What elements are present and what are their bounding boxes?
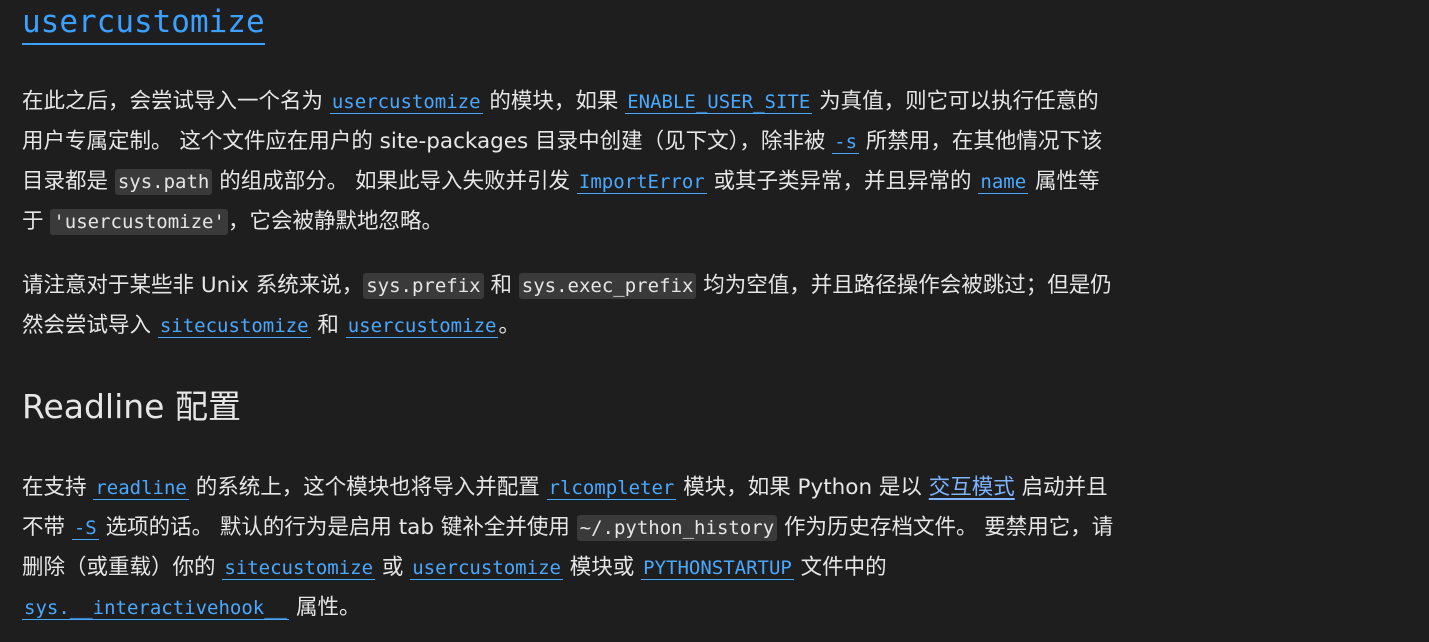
text: 。	[498, 313, 520, 338]
interactive-mode-link[interactable]: 交互模式	[929, 475, 1015, 500]
text: 的组成部分。 如果此导入失败并引发	[212, 169, 577, 194]
option-S-link[interactable]: -S	[71, 517, 99, 540]
text: 或	[375, 555, 411, 580]
interactivehook-link[interactable]: sys.__interactivehook__	[22, 597, 290, 620]
sitecustomize-link[interactable]: sitecustomize	[157, 315, 311, 338]
paragraph-prefix-note: 请注意对于某些非 Unix 系统来说， sys.prefix 和 sys.exec…	[22, 266, 1242, 346]
text: 作为历史存档文件。 要禁用它，请	[777, 515, 1114, 540]
text: 属性。	[289, 595, 361, 620]
text: 删除（或重载）你的	[22, 555, 223, 580]
text-line: 在此之后，会尝试导入一个名为 usercustomize 的模块，如果 ENAB…	[22, 82, 1242, 122]
text-line: 不带 -S 选项的话。 默认的行为是启用 tab 键补全并使用 ~/.pytho…	[22, 508, 1242, 548]
text: 文件中的	[793, 555, 887, 580]
text: 和	[483, 273, 519, 298]
usercustomize-heading-link[interactable]: usercustomize	[22, 2, 265, 45]
text-line: 在支持 readline 的系统上，这个模块也将导入并配置 rlcomplete…	[22, 468, 1242, 508]
text: 用户专属定制。 这个文件应在用户的 site-packages 目录中创建（见下…	[22, 129, 833, 154]
paragraph-usercustomize: 在此之后，会尝试导入一个名为 usercustomize 的模块，如果 ENAB…	[22, 82, 1242, 242]
text: 于	[22, 209, 51, 234]
text: 的模块，如果	[482, 89, 626, 114]
pythonstartup-link[interactable]: PYTHONSTARTUP	[641, 557, 794, 580]
paragraph-readline: 在支持 readline 的系统上，这个模块也将导入并配置 rlcomplete…	[22, 468, 1242, 628]
sys-path-literal: sys.path	[114, 169, 213, 195]
text: 属性等	[1028, 169, 1100, 194]
readline-link[interactable]: readline	[93, 477, 189, 500]
sys-exec-prefix-literal: sys.exec_prefix	[518, 273, 697, 299]
usercustomize-link[interactable]: usercustomize	[410, 557, 563, 580]
sys-prefix-literal: sys.prefix	[363, 273, 484, 299]
text: 模块或	[562, 555, 642, 580]
text: 所禁用，在其他情况下该	[859, 129, 1103, 154]
text: ，它会被静默地忽略。	[227, 209, 443, 234]
rlcompleter-link[interactable]: rlcompleter	[546, 477, 677, 500]
text: 均为空值，并且路径操作会被跳过；但是仍	[696, 273, 1112, 298]
text: 选项的话。 默认的行为是启用 tab 键补全并使用	[98, 515, 577, 540]
importerror-link[interactable]: ImportError	[576, 171, 707, 194]
text-line: 于 'usercustomize' ，它会被静默地忽略。	[22, 202, 1242, 242]
text: 目录都是	[22, 169, 115, 194]
text: 在支持	[22, 475, 94, 500]
name-attribute-link[interactable]: name	[978, 171, 1029, 194]
enable-user-site-link[interactable]: ENABLE_USER_SITE	[625, 91, 813, 114]
text-line: 然会尝试导入 sitecustomize 和 usercustomize。	[22, 306, 1242, 346]
option-s-link[interactable]: -s	[832, 131, 860, 154]
text-line: 目录都是 sys.path 的组成部分。 如果此导入失败并引发 ImportEr…	[22, 162, 1242, 202]
text: 的系统上，这个模块也将导入并配置	[188, 475, 547, 500]
text: 然会尝试导入	[22, 313, 158, 338]
sitecustomize-link[interactable]: sitecustomize	[222, 557, 376, 580]
text: 或其子类异常，并且异常的	[706, 169, 979, 194]
text-line: 用户专属定制。 这个文件应在用户的 site-packages 目录中创建（见下…	[22, 122, 1242, 162]
text-line: 删除（或重载）你的 sitecustomize 或 usercustomize …	[22, 548, 1242, 588]
python-history-literal: ~/.python_history	[576, 515, 778, 541]
usercustomize-string-literal: 'usercustomize'	[50, 209, 228, 235]
text: 请注意对于某些非 Unix 系统来说，	[22, 273, 364, 298]
text: 在此之后，会尝试导入一个名为	[22, 89, 330, 114]
text: 启动并且	[1014, 475, 1108, 500]
usercustomize-link[interactable]: usercustomize	[345, 315, 499, 338]
documentation-page: usercustomize 在此之后，会尝试导入一个名为 usercustomi…	[0, 0, 1429, 642]
usercustomize-link[interactable]: usercustomize	[329, 91, 483, 114]
readline-section-heading: Readline 配置	[22, 387, 241, 426]
text-line: sys.__interactivehook__ 属性。	[22, 588, 1242, 628]
text: 模块，如果 Python 是以	[676, 475, 929, 500]
text: 不带	[22, 515, 72, 540]
text: 和	[310, 313, 346, 338]
text-line: 请注意对于某些非 Unix 系统来说， sys.prefix 和 sys.exec…	[22, 266, 1242, 306]
text: 为真值，则它可以执行任意的	[812, 89, 1099, 114]
